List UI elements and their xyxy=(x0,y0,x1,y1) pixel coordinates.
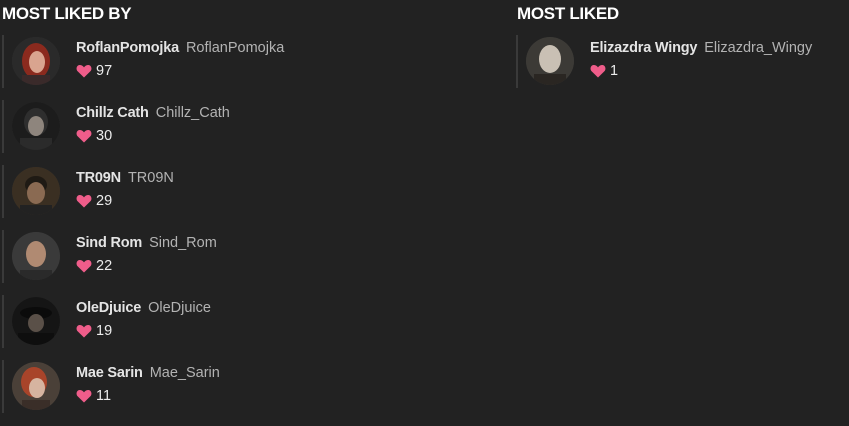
user-username[interactable]: Mae_Sarin xyxy=(150,365,220,381)
user-row: Sind Rom Sind_Rom 22 xyxy=(2,230,500,283)
most-liked-list: Elizazdra Wingy Elizazdra_Wingy 1 xyxy=(516,35,836,88)
user-row: Elizazdra Wingy Elizazdra_Wingy 1 xyxy=(516,35,836,88)
user-row: RoflanPomojka RoflanPomojka 97 xyxy=(2,35,500,88)
heart-icon xyxy=(76,194,92,208)
user-display-name[interactable]: Chillz Cath xyxy=(76,105,149,121)
user-avatar[interactable] xyxy=(526,37,574,85)
user-avatar[interactable] xyxy=(12,102,60,150)
user-display-name[interactable]: Mae Sarin xyxy=(76,365,143,381)
heart-icon xyxy=(76,389,92,403)
user-likes: 22 xyxy=(76,257,112,275)
heart-icon xyxy=(76,64,92,78)
user-username[interactable]: Chillz_Cath xyxy=(156,105,230,121)
user-likes: 1 xyxy=(590,62,618,80)
user-likes: 19 xyxy=(76,322,112,340)
user-name-line: Chillz Cath Chillz_Cath xyxy=(76,104,230,122)
user-username[interactable]: RoflanPomojka xyxy=(186,40,284,56)
like-count: 97 xyxy=(96,63,113,79)
user-name-line: TR09N TR09N xyxy=(76,169,174,187)
user-username[interactable]: TR09N xyxy=(128,170,174,186)
user-likes: 97 xyxy=(76,62,112,80)
user-row: TR09N TR09N 29 xyxy=(2,165,500,218)
user-row: OleDjuice OleDjuice 19 xyxy=(2,295,500,348)
like-count: 11 xyxy=(96,388,112,404)
like-count: 30 xyxy=(96,128,113,144)
user-likes: 29 xyxy=(76,192,112,210)
user-avatar[interactable] xyxy=(12,232,60,280)
heart-icon xyxy=(76,324,92,338)
user-row: Mae Sarin Mae_Sarin 11 xyxy=(2,360,500,413)
user-display-name[interactable]: RoflanPomojka xyxy=(76,40,179,56)
user-likes: 11 xyxy=(76,387,111,405)
user-row: Chillz Cath Chillz_Cath 30 xyxy=(2,100,500,153)
user-avatar[interactable] xyxy=(12,362,60,410)
user-avatar[interactable] xyxy=(12,37,60,85)
user-display-name[interactable]: TR09N xyxy=(76,170,121,186)
most-liked-section: MOST LIKED Elizazdra Wingy Elizazdra_Wing… xyxy=(516,0,836,100)
like-count: 29 xyxy=(96,193,113,209)
most-liked-title: MOST LIKED xyxy=(517,4,619,23)
like-count: 1 xyxy=(610,63,619,79)
user-display-name[interactable]: Elizazdra Wingy xyxy=(590,40,697,56)
user-name-line: OleDjuice OleDjuice xyxy=(76,299,211,317)
user-name-line: Mae Sarin Mae_Sarin xyxy=(76,364,220,382)
user-name-line: Elizazdra Wingy Elizazdra_Wingy xyxy=(590,39,812,57)
user-avatar[interactable] xyxy=(12,297,60,345)
user-username[interactable]: Elizazdra_Wingy xyxy=(704,40,812,56)
most-liked-by-list: RoflanPomojka RoflanPomojka 97 Chillz Cat… xyxy=(0,35,500,413)
like-count: 22 xyxy=(96,258,113,274)
most-liked-by-section: MOST LIKED BY RoflanPomojka RoflanPomojka… xyxy=(0,0,500,425)
user-name-line: RoflanPomojka RoflanPomojka xyxy=(76,39,284,57)
user-username[interactable]: OleDjuice xyxy=(148,300,211,316)
heart-icon xyxy=(76,129,92,143)
user-avatar[interactable] xyxy=(12,167,60,215)
heart-icon xyxy=(590,64,606,78)
user-display-name[interactable]: OleDjuice xyxy=(76,300,141,316)
most-liked-by-title: MOST LIKED BY xyxy=(2,4,132,23)
like-count: 19 xyxy=(96,323,113,339)
heart-icon xyxy=(76,259,92,273)
user-display-name[interactable]: Sind Rom xyxy=(76,235,142,251)
user-name-line: Sind Rom Sind_Rom xyxy=(76,234,217,252)
user-likes: 30 xyxy=(76,127,112,145)
user-username[interactable]: Sind_Rom xyxy=(149,235,217,251)
